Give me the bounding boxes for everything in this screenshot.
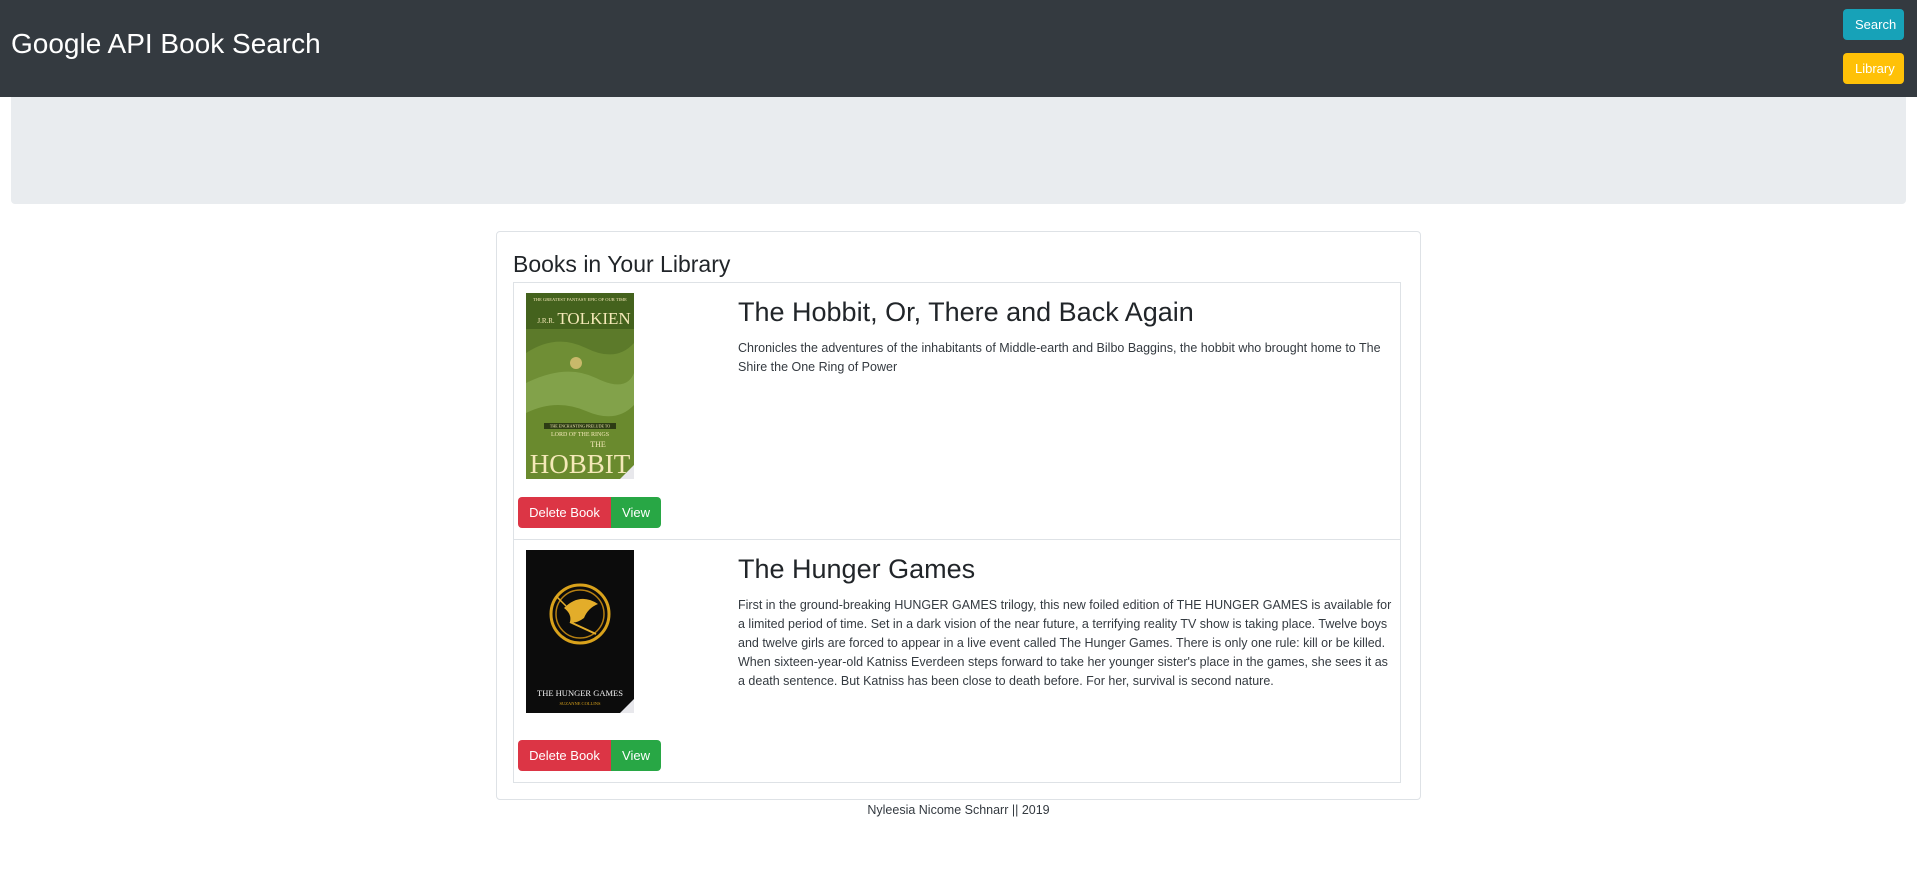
jumbotron [11, 97, 1906, 204]
svg-text:THE ENCHANTING PRELUDE TO: THE ENCHANTING PRELUDE TO [550, 424, 610, 429]
svg-text:THE: THE [590, 440, 606, 449]
library-heading: Books in Your Library [513, 251, 731, 277]
svg-text:THE HUNGER GAMES: THE HUNGER GAMES [537, 688, 623, 698]
book-description: Chronicles the adventures of the inhabit… [738, 341, 1381, 374]
brand-title: Google API Book Search [11, 28, 321, 59]
book-cover-image: THE HUNGER GAMES SUZANNE COLLINS [526, 550, 634, 713]
svg-text:THE GREATEST FANTASY EPIC OF O: THE GREATEST FANTASY EPIC OF OUR TIME [533, 297, 627, 302]
svg-text:HOBBIT: HOBBIT [530, 449, 631, 479]
svg-text:LORD OF THE RINGS: LORD OF THE RINGS [551, 432, 609, 438]
footer: Nyleesia Nicome Schnarr || 2019 [867, 803, 1050, 817]
list-item: THE HUNGER GAMES SUZANNE COLLINS The Hun… [514, 539, 1400, 782]
list-item: THE GREATEST FANTASY EPIC OF OUR TIME J.… [514, 283, 1400, 539]
book-cover-image: THE GREATEST FANTASY EPIC OF OUR TIME J.… [526, 293, 634, 479]
library-button[interactable]: Library [1843, 53, 1904, 84]
library-card: Books in Your Library THE GREATEST FANTA… [496, 231, 1421, 800]
view-book-button[interactable]: View [611, 740, 661, 771]
book-title: The Hobbit, Or, There and Back Again [738, 297, 1194, 327]
view-book-button[interactable]: View [611, 497, 661, 528]
delete-book-button[interactable]: Delete Book [518, 497, 611, 528]
navbar: Google API Book Search Search Library [0, 0, 1917, 97]
delete-book-button[interactable]: Delete Book [518, 740, 611, 771]
svg-text:J.R.R.: J.R.R. [537, 317, 555, 325]
search-button[interactable]: Search [1843, 9, 1904, 40]
svg-text:TOLKIEN: TOLKIEN [557, 309, 630, 328]
book-title: The Hunger Games [738, 554, 976, 584]
book-actions: Delete Book View [518, 740, 661, 771]
book-list: THE GREATEST FANTASY EPIC OF OUR TIME J.… [513, 282, 1401, 783]
book-description: First in the ground-breaking HUNGER GAME… [738, 598, 1392, 688]
book-actions: Delete Book View [518, 497, 661, 528]
svg-text:SUZANNE COLLINS: SUZANNE COLLINS [559, 701, 601, 706]
